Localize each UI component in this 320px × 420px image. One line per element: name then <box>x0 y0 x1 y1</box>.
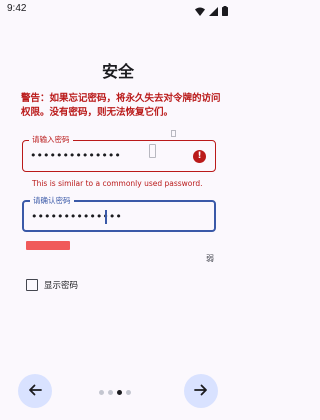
password-field-label: 请输入密码 <box>29 135 73 145</box>
text-cursor <box>105 210 107 224</box>
page-dot <box>108 389 113 395</box>
confirm-field-label: 请确认密码 <box>30 196 74 206</box>
ghost-handle-small-icon <box>171 130 176 137</box>
password-strength-bar <box>26 241 70 250</box>
password-value[interactable]: •••••••••••••• <box>30 149 121 162</box>
previous-button[interactable] <box>18 374 52 408</box>
signal-icon <box>209 1 218 20</box>
page-dot <box>99 389 104 395</box>
arrow-right-icon <box>194 382 208 401</box>
error-icon: ! <box>193 150 206 163</box>
password-strength-label: 弱 <box>206 254 214 263</box>
password-field[interactable]: 请输入密码 •••••••••••••• ! <box>22 130 216 172</box>
confirm-password-field[interactable]: 请确认密码 •••••••••••••• <box>22 196 216 232</box>
page-title: 安全 <box>101 62 134 81</box>
show-password-label: 显示密码 <box>44 281 79 291</box>
password-error-text: This is similar to a commonly used passw… <box>32 179 203 188</box>
next-button[interactable] <box>184 374 218 408</box>
ghost-handle-icon <box>149 144 156 158</box>
page-dot <box>126 389 131 395</box>
page-indicator <box>99 389 131 395</box>
status-bar: 9:42 <box>0 0 236 20</box>
show-password-toggle[interactable]: 显示密码 <box>26 278 78 292</box>
status-icons <box>195 4 228 16</box>
status-time: 9:42 <box>7 3 27 14</box>
confirm-password-value[interactable]: •••••••••••••• <box>31 210 122 223</box>
arrow-left-icon <box>28 382 42 401</box>
warning-message: 警告：如果忘记密码，将永久失去对令牌的访问权限。没有密码，则无法恢复它们。 <box>21 93 221 118</box>
show-password-checkbox[interactable] <box>26 279 38 291</box>
wifi-icon <box>195 1 205 20</box>
page-dot-active <box>117 389 122 395</box>
battery-icon <box>222 1 228 20</box>
